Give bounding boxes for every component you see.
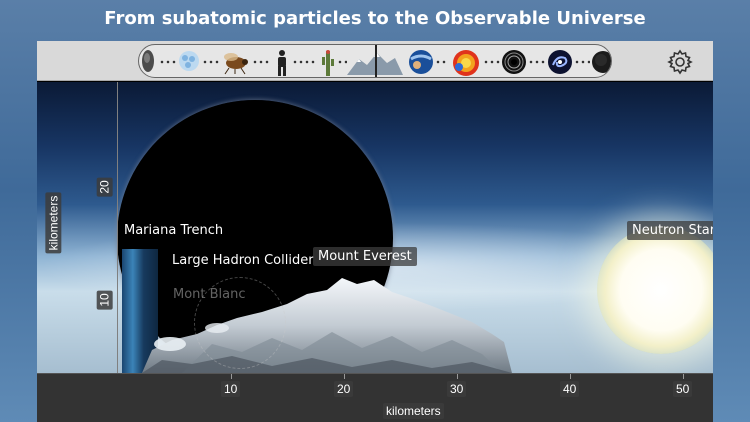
x-tick-50: 50 [673,381,693,397]
y-axis-title: kilometers [45,192,62,254]
x-tick-20: 20 [334,381,354,397]
y-tick-10: 10 [96,290,113,310]
scale-toolbar [37,41,713,81]
app-screen: 20 10 kilometers Mariana Trench Large Ha… [37,41,713,422]
universe-icon[interactable] [591,49,612,75]
label-mount-everest[interactable]: Mount Everest [313,247,417,266]
label-neutron-star[interactable]: Neutron Star [627,221,713,240]
sun-icon[interactable] [450,49,482,77]
scale-scene[interactable]: 20 10 kilometers Mariana Trench Large Ha… [37,82,713,373]
y-axis-line [117,82,118,373]
cactus-icon[interactable] [321,49,335,76]
insect-icon[interactable] [221,49,251,75]
x-tick-30: 30 [447,381,467,397]
gear-icon[interactable] [667,49,693,75]
galaxy-icon[interactable] [547,49,573,75]
label-mont-blanc[interactable]: Mont Blanc [173,287,246,302]
current-scale-marker [375,45,377,77]
headline: From subatomic particles to the Observab… [104,8,646,29]
molecule-icon[interactable] [177,49,201,73]
neutron-star-object[interactable] [597,226,713,354]
x-tick-10: 10 [221,381,241,397]
x-axis: 10 20 30 40 50 kilometers [37,373,713,422]
label-mariana-trench[interactable]: Mariana Trench [124,223,223,238]
scale-navigator-strip[interactable] [138,44,612,78]
black-hole-icon[interactable] [501,49,527,75]
neutron-icon[interactable] [140,49,156,73]
planet-icon[interactable] [407,49,435,75]
label-large-hadron-collider[interactable]: Large Hadron Collider [172,253,314,268]
x-axis-title: kilometers [383,403,444,419]
x-tick-40: 40 [560,381,580,397]
y-tick-20: 20 [96,177,113,197]
person-icon[interactable] [275,49,289,76]
